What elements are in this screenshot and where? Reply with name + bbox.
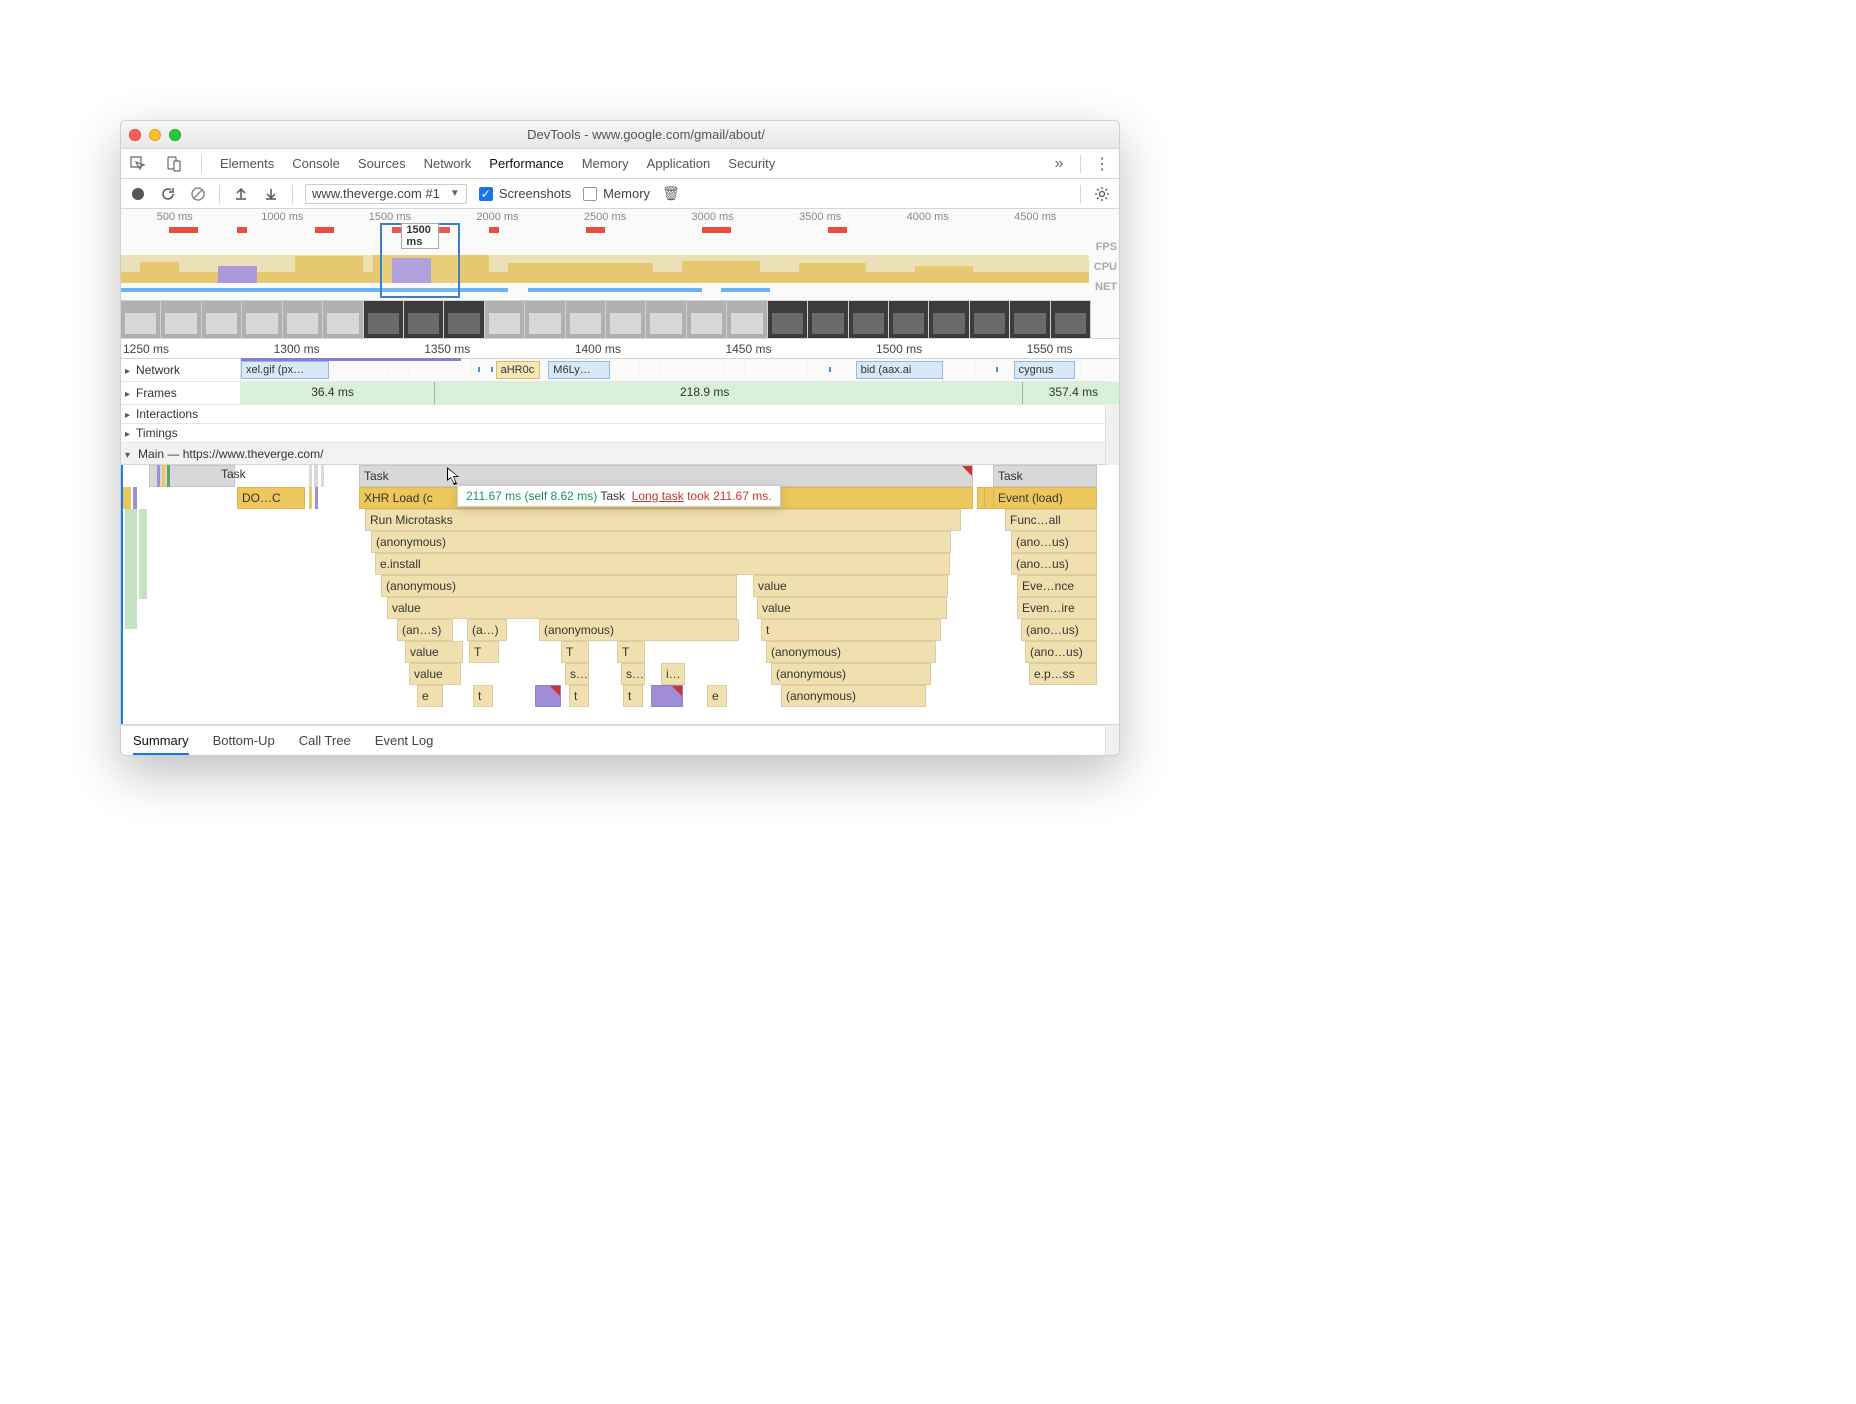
- close-icon[interactable]: [129, 129, 141, 141]
- kebab-menu-icon[interactable]: ⋮: [1093, 155, 1111, 173]
- timings-row[interactable]: Timings: [121, 424, 1119, 443]
- net-item[interactable]: M6Ly…: [548, 361, 609, 379]
- tab-memory[interactable]: Memory: [582, 156, 629, 171]
- tab-sources[interactable]: Sources: [358, 156, 406, 171]
- gc-button[interactable]: 🗑: [662, 185, 680, 203]
- minimize-icon[interactable]: [149, 129, 161, 141]
- tab-console[interactable]: Console: [292, 156, 340, 171]
- recording-select[interactable]: www.theverge.com #1 ▼: [305, 184, 467, 204]
- tab-application[interactable]: Application: [647, 156, 711, 171]
- device-toggle-icon[interactable]: [165, 155, 183, 173]
- save-profile-button[interactable]: [262, 185, 280, 203]
- expand-main-icon[interactable]: [125, 447, 132, 461]
- reload-record-button[interactable]: [159, 185, 177, 203]
- net-item[interactable]: cygnus: [1014, 361, 1075, 379]
- traffic-lights: [129, 129, 181, 141]
- flame-domc[interactable]: DO…C: [237, 487, 305, 509]
- main-thread-header[interactable]: Main — https://www.theverge.com/: [121, 443, 1119, 465]
- flame-einstall[interactable]: e.install: [375, 553, 950, 575]
- window-title: DevTools - www.google.com/gmail/about/: [181, 127, 1111, 142]
- overview-viewport[interactable]: 1500 ms: [380, 223, 460, 298]
- overview-fps: [121, 227, 1089, 233]
- flame-chart[interactable]: Task Task Task DO…C XHR Load (c Event (l…: [121, 465, 1119, 725]
- network-row[interactable]: Network xel.gif (px… aHR0c M6Ly… bid (aa…: [121, 359, 1119, 382]
- btab-call-tree[interactable]: Call Tree: [299, 733, 351, 748]
- flame-anon[interactable]: (anonymous): [371, 531, 951, 553]
- record-button[interactable]: [129, 185, 147, 203]
- net-label: NET: [1094, 281, 1117, 293]
- fps-label: FPS: [1094, 241, 1117, 253]
- warning-icon: [962, 466, 972, 476]
- memory-label: Memory: [603, 186, 650, 201]
- filmstrip[interactable]: [121, 300, 1091, 338]
- frames-row[interactable]: Frames 36.4 ms 218.9 ms 357.4 ms: [121, 382, 1119, 405]
- left-task-slivers: [121, 465, 149, 724]
- screenshots-label: Screenshots: [499, 186, 571, 201]
- cpu-label: CPU: [1094, 261, 1117, 273]
- bottom-tabs: Summary Bottom-Up Call Tree Event Log: [121, 725, 1119, 755]
- overview-ruler: 500 ms1000 ms1500 ms2000 ms2500 ms3000 m…: [121, 211, 1089, 225]
- tab-network[interactable]: Network: [424, 156, 472, 171]
- overview-net: [121, 285, 1089, 295]
- net-item[interactable]: bid (aax.ai: [856, 361, 944, 379]
- tab-elements[interactable]: Elements: [220, 156, 274, 171]
- expand-timings-icon[interactable]: [125, 426, 132, 440]
- recording-select-label: www.theverge.com #1: [312, 186, 440, 201]
- overview-cpu: [121, 255, 1089, 283]
- net-item[interactable]: xel.gif (px…: [241, 361, 329, 379]
- flame-task-long[interactable]: Task: [359, 465, 973, 487]
- overview-viewport-label: 1500 ms: [401, 223, 439, 249]
- devtools-tabs: Elements Console Sources Network Perform…: [121, 149, 1119, 179]
- titlebar: DevTools - www.google.com/gmail/about/: [121, 121, 1119, 149]
- net-item[interactable]: aHR0c: [496, 361, 540, 379]
- clear-button[interactable]: [189, 185, 207, 203]
- inspect-icon[interactable]: [129, 155, 147, 173]
- expand-network-icon[interactable]: [125, 363, 132, 377]
- more-tabs-icon[interactable]: »: [1050, 155, 1068, 173]
- flame-event-load[interactable]: Event (load): [993, 487, 1097, 509]
- track-rows: Network xel.gif (px… aHR0c M6Ly… bid (aa…: [121, 359, 1119, 755]
- expand-frames-icon[interactable]: [125, 386, 132, 400]
- btab-bottom-up[interactable]: Bottom-Up: [213, 733, 275, 748]
- memory-checkbox[interactable]: Memory: [583, 186, 650, 201]
- screenshots-checkbox[interactable]: ✓ Screenshots: [479, 186, 571, 201]
- btab-event-log[interactable]: Event Log: [375, 733, 434, 748]
- expand-interactions-icon[interactable]: [125, 407, 132, 421]
- devtools-window: DevTools - www.google.com/gmail/about/ E…: [120, 120, 1120, 756]
- perf-toolbar: www.theverge.com #1 ▼ ✓ Screenshots Memo…: [121, 179, 1119, 209]
- flame-task[interactable]: Task: [993, 465, 1097, 487]
- interactions-row[interactable]: Interactions: [121, 405, 1119, 424]
- load-profile-button[interactable]: [232, 185, 250, 203]
- zoom-icon[interactable]: [169, 129, 181, 141]
- tab-performance[interactable]: Performance: [489, 156, 563, 171]
- settings-button[interactable]: [1093, 185, 1111, 203]
- overview-panel[interactable]: 500 ms1000 ms1500 ms2000 ms2500 ms3000 m…: [121, 209, 1119, 339]
- btab-summary[interactable]: Summary: [133, 733, 189, 755]
- tab-security[interactable]: Security: [728, 156, 775, 171]
- flame-tooltip: 211.67 ms (self 8.62 ms) Task Long task …: [457, 485, 781, 507]
- flame-microtasks[interactable]: Run Microtasks: [365, 509, 961, 531]
- detail-ruler[interactable]: 1250 ms 1300 ms 1350 ms 1400 ms 1450 ms …: [121, 339, 1119, 359]
